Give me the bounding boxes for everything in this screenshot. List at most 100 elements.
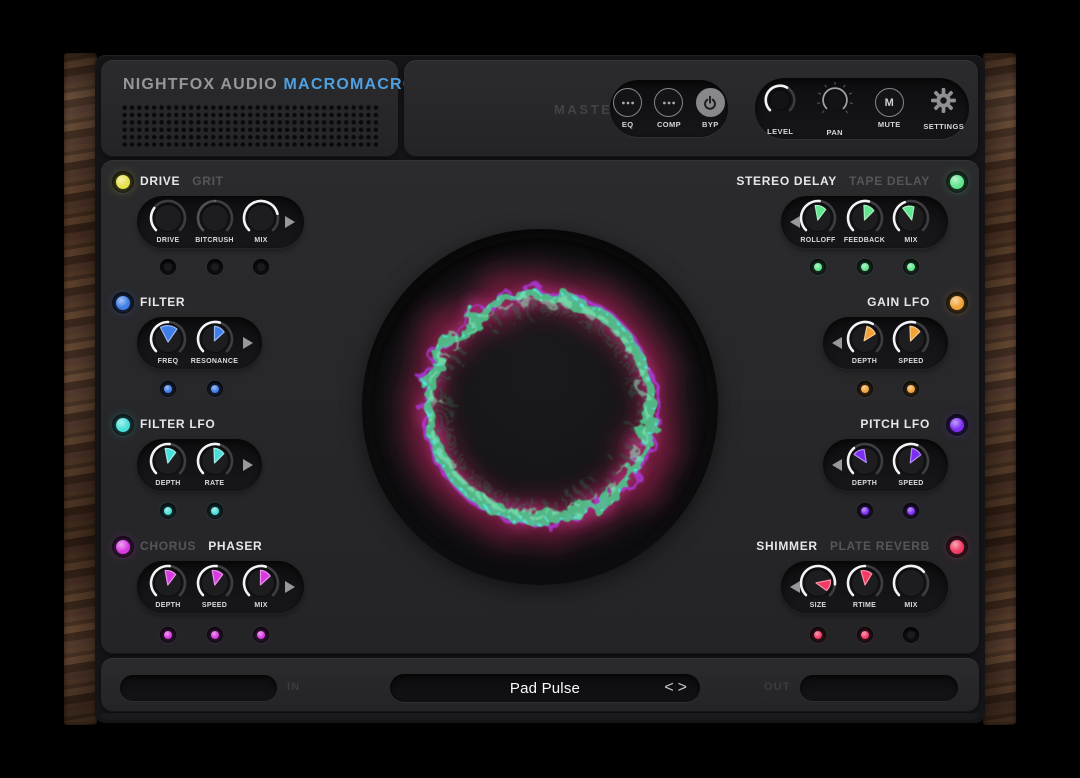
chevron-left-icon[interactable] <box>790 216 800 228</box>
master-mute-button[interactable]: MMUTE <box>864 88 915 129</box>
knob-chorus-speed[interactable] <box>195 563 235 603</box>
chevron-left-icon[interactable] <box>790 581 800 593</box>
knob-label: MIX <box>876 237 946 244</box>
chevron-right-icon[interactable] <box>243 337 253 349</box>
chevron-right-icon[interactable] <box>243 459 253 471</box>
module-drive-led[interactable] <box>112 171 134 193</box>
module-gain-lfo-pill: DEPTHSPEED <box>823 317 948 369</box>
logo-plate: NIGHTFOX AUDIO MACROMACRO <box>101 60 398 157</box>
led-core <box>814 631 822 639</box>
chevron-right-icon[interactable] <box>285 581 295 593</box>
preset-name: Pad Pulse <box>510 680 580 697</box>
preset-next-button[interactable]: > <box>678 678 687 698</box>
gear-icon <box>930 87 957 119</box>
knob-gain-lfo-depth[interactable] <box>845 319 885 359</box>
tab-stereo-delay[interactable]: STEREO DELAY <box>736 174 837 188</box>
module-filter-lfo-led[interactable] <box>112 414 134 436</box>
output-meter <box>800 675 958 701</box>
slot-led-shimmer-2 <box>857 627 873 643</box>
module-drive-titles: DRIVE GRIT <box>140 173 224 189</box>
slot-led-gain-lfo-1 <box>857 381 873 397</box>
module-shimmer-led[interactable] <box>946 536 968 558</box>
tab-chorus[interactable]: CHORUS <box>140 539 196 553</box>
led-core <box>861 263 869 271</box>
slot-led-stereo-delay-3 <box>903 259 919 275</box>
tab-tape-delay[interactable]: TAPE DELAY <box>849 174 930 188</box>
tab-grit[interactable]: GRIT <box>192 174 223 188</box>
slot-led-chorus-1 <box>160 627 176 643</box>
master-level-knob[interactable]: LEVEL <box>755 81 806 136</box>
module-drive-pill: DRIVEBITCRUSHMIX <box>137 196 304 248</box>
level-knob-icon <box>761 81 799 124</box>
knob-filter-lfo-rate[interactable] <box>195 441 235 481</box>
module-pitch-lfo-led[interactable] <box>946 414 968 436</box>
module-pitch-lfo-titles: PITCH LFO <box>860 416 930 432</box>
master-comp-button[interactable]: COMP <box>651 88 686 129</box>
chevron-right-icon[interactable] <box>285 216 295 228</box>
footer-bar: IN Pad Pulse < > OUT <box>101 658 979 712</box>
module-gain-lfo-led[interactable] <box>946 292 968 314</box>
chevron-left-icon[interactable] <box>832 459 842 471</box>
module-filter-titles: FILTER <box>140 294 185 310</box>
led-core <box>211 263 219 271</box>
knob-shimmer-size[interactable] <box>798 563 838 603</box>
preset-prev-button[interactable]: < <box>664 678 673 698</box>
tab-phaser[interactable]: PHASER <box>208 539 262 553</box>
master-control-label: MUTE <box>878 120 901 129</box>
module-shimmer-titles: SHIMMER PLATE REVERB <box>756 538 930 554</box>
master-control-label: SETTINGS <box>923 122 964 131</box>
tab-plate-reverb[interactable]: PLATE REVERB <box>830 539 930 553</box>
power-icon <box>696 88 725 117</box>
led-core <box>164 263 172 271</box>
led-core <box>257 263 265 271</box>
led-core <box>211 507 219 515</box>
knob-drive-mix[interactable] <box>241 198 281 238</box>
led-core <box>164 507 172 515</box>
macro-visualizer[interactable] <box>362 229 718 585</box>
knob-shimmer-rtime[interactable] <box>845 563 885 603</box>
module-filter-led[interactable] <box>112 292 134 314</box>
knob-drive-bitcrush[interactable] <box>195 198 235 238</box>
slot-led-filter-lfo-1 <box>160 503 176 519</box>
knob-label: RESONANCE <box>180 358 250 365</box>
slot-led-drive-1 <box>160 259 176 275</box>
preset-selector[interactable]: Pad Pulse < > <box>390 674 700 702</box>
knob-chorus-depth[interactable] <box>148 563 188 603</box>
module-pitch-lfo-pill: DEPTHSPEED <box>823 439 948 491</box>
knob-filter-lfo-depth[interactable] <box>148 441 188 481</box>
module-stereo-delay-led[interactable] <box>946 171 968 193</box>
knob-shimmer-mix[interactable] <box>891 563 931 603</box>
knob-chorus-mix[interactable] <box>241 563 281 603</box>
knob-stereo-delay-mix[interactable] <box>891 198 931 238</box>
master-pan-knob[interactable]: PAN <box>810 80 861 137</box>
led-core <box>861 507 869 515</box>
slot-led-stereo-delay-2 <box>857 259 873 275</box>
knob-filter-freq[interactable] <box>148 319 188 359</box>
master-byp-button[interactable]: BYP <box>693 88 728 129</box>
knob-filter-resonance[interactable] <box>195 319 235 359</box>
knob-gain-lfo-speed[interactable] <box>891 319 931 359</box>
led-core <box>814 263 822 271</box>
led-core <box>164 385 172 393</box>
tab-drive[interactable]: DRIVE <box>140 174 180 188</box>
master-eq-button[interactable]: EQ <box>610 88 645 129</box>
knob-stereo-delay-feedback[interactable] <box>845 198 885 238</box>
knob-pitch-lfo-speed[interactable] <box>891 441 931 481</box>
knob-drive-drive[interactable] <box>148 198 188 238</box>
knob-stereo-delay-rolloff[interactable] <box>798 198 838 238</box>
tab-shimmer[interactable]: SHIMMER <box>756 539 818 553</box>
slot-led-shimmer-1 <box>810 627 826 643</box>
tab-filter: FILTER <box>140 295 185 309</box>
led-core <box>116 175 130 189</box>
slot-led-filter-1 <box>160 381 176 397</box>
master-control-group: LEVELPANMMUTE SETTINGS <box>755 78 969 139</box>
module-chorus-pill: DEPTHSPEEDMIX <box>137 561 304 613</box>
module-chorus-led[interactable] <box>112 536 134 558</box>
master-switch-label: EQ <box>622 120 634 129</box>
knob-pitch-lfo-depth[interactable] <box>845 441 885 481</box>
module-filter-lfo-titles: FILTER LFO <box>140 416 215 432</box>
chevron-left-icon[interactable] <box>832 337 842 349</box>
module-shimmer-pill: SIZERTIMEMIX <box>781 561 948 613</box>
led-core <box>907 507 915 515</box>
master-settings-button[interactable]: SETTINGS <box>919 87 970 131</box>
